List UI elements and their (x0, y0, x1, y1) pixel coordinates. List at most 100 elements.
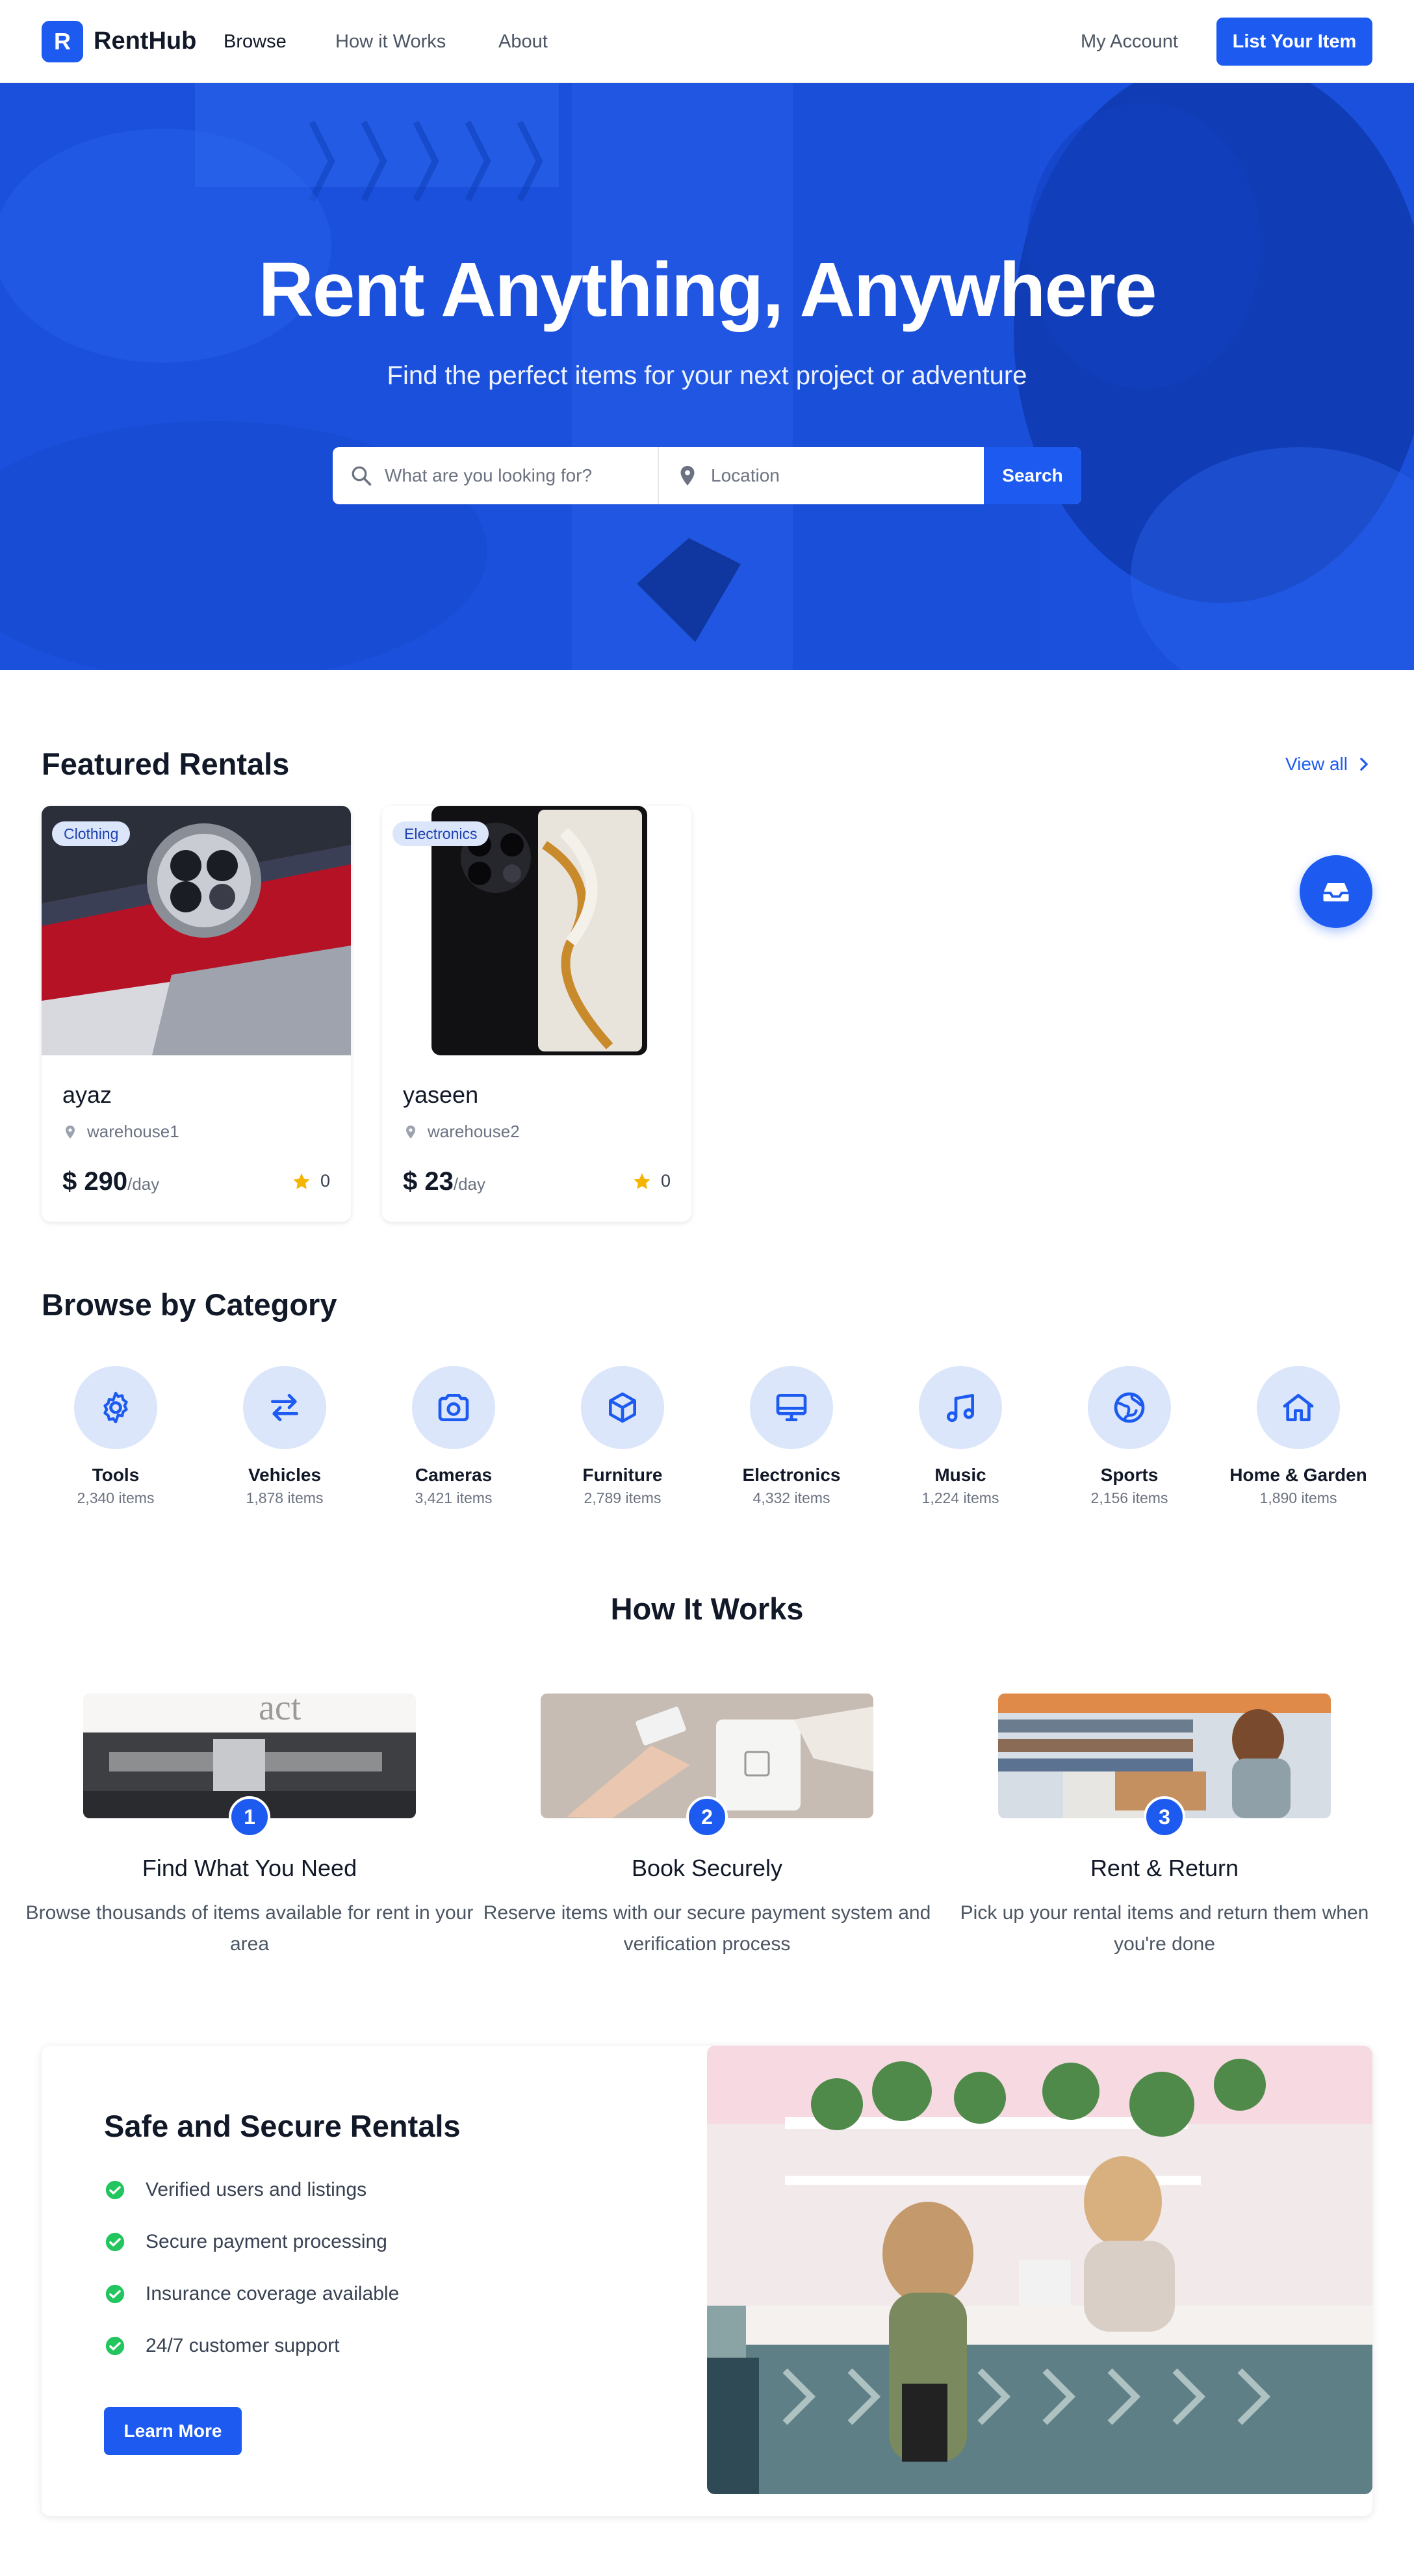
feature-text: Secure payment processing (146, 2231, 387, 2252)
monitor-icon (776, 1394, 807, 1421)
feature-text: 24/7 customer support (146, 2335, 340, 2356)
search-input[interactable] (333, 447, 658, 504)
rental-location-text: warehouse1 (87, 1122, 179, 1141)
price-currency: $ (403, 1167, 418, 1196)
check-circle-icon (105, 2232, 125, 2252)
category-home-garden[interactable]: Home & Garden 1,890 items (1227, 1366, 1370, 1507)
rating-value: 0 (320, 1171, 330, 1191)
search-icon (352, 466, 372, 486)
category-icon-circle (1257, 1366, 1340, 1449)
check-circle-icon (105, 2284, 125, 2304)
swap-arrows-icon (271, 1394, 298, 1421)
nav-link-about[interactable]: About (498, 31, 548, 53)
feature-text: Insurance coverage available (146, 2283, 400, 2304)
logo-icon[interactable]: R (42, 21, 83, 62)
category-name: Sports (1100, 1465, 1159, 1485)
category-count: 2,340 items (77, 1489, 155, 1506)
category-icon-circle (412, 1366, 495, 1449)
category-icon-circle (74, 1366, 157, 1449)
category-name: Electronics (742, 1465, 841, 1485)
price-unit: /day (453, 1174, 486, 1194)
category-name: Tools (92, 1465, 140, 1485)
step-number-badge: 3 (1144, 1796, 1185, 1838)
category-furniture[interactable]: Furniture 2,789 items (551, 1366, 694, 1507)
category-count: 1,224 items (921, 1489, 999, 1506)
rental-price: $ 290/day (62, 1167, 159, 1196)
category-music[interactable]: Music 1,224 items (889, 1366, 1032, 1507)
step-number-badge: 2 (686, 1796, 728, 1838)
list-your-item-button[interactable]: List Your Item (1216, 18, 1372, 66)
category-count: 1,878 items (246, 1489, 324, 1506)
rental-card[interactable]: Clothing ayaz warehouse1 $ 290/day 0 (42, 806, 351, 1222)
rental-card[interactable]: Electronics yaseen warehouse2 $ 23/day 0 (382, 806, 691, 1222)
step-description: Reserve items with our secure payment sy… (483, 1902, 931, 1955)
hero-subtitle: Find the perfect items for your next pro… (387, 361, 1027, 390)
category-name: Vehicles (248, 1465, 322, 1485)
category-count: 4,332 items (752, 1489, 830, 1506)
category-cameras[interactable]: Cameras 3,421 items (382, 1366, 525, 1507)
location-field (659, 447, 984, 504)
rental-title: yaseen (403, 1081, 479, 1108)
location-pin-icon (680, 466, 695, 485)
gear-icon (103, 1391, 128, 1424)
location-input[interactable] (659, 447, 984, 504)
category-badge: Clothing (52, 821, 131, 846)
location-pin-icon (66, 1125, 75, 1139)
step-title: Find What You Need (142, 1855, 357, 1881)
category-sports[interactable]: Sports 2,156 items (1058, 1366, 1201, 1507)
category-name: Cameras (415, 1465, 493, 1485)
safe-secure-section: Safe and Secure Rentals Verified users a… (42, 2046, 1372, 2516)
price-unit: /day (127, 1174, 160, 1194)
category-count: 1,890 items (1259, 1489, 1337, 1506)
category-vehicles[interactable]: Vehicles 1,878 items (213, 1366, 356, 1507)
category-tools[interactable]: Tools 2,340 items (44, 1366, 187, 1507)
category-name: Music (934, 1465, 986, 1485)
rental-price: $ 23/day (403, 1167, 485, 1196)
nav-link-how-it-works[interactable]: How it Works (335, 31, 446, 53)
category-icon-circle (919, 1366, 1002, 1449)
feature-item: 24/7 customer support (104, 2335, 340, 2357)
learn-more-button[interactable]: Learn More (104, 2407, 242, 2455)
featured-rentals-title: Featured Rentals (42, 747, 290, 781)
brand-name[interactable]: RentHub (94, 27, 196, 55)
category-electronics[interactable]: Electronics 4,332 items (720, 1366, 863, 1507)
chevron-right-icon (1360, 758, 1368, 771)
search-button[interactable]: Search (984, 447, 1081, 504)
price-currency: $ (62, 1167, 77, 1196)
home-icon (1283, 1394, 1314, 1421)
hero-title: Rent Anything, Anywhere (258, 247, 1157, 333)
price-value: 290 (84, 1167, 128, 1196)
category-count: 3,421 items (415, 1489, 493, 1506)
floating-inbox-button[interactable] (1300, 855, 1372, 928)
step-number-badge: 1 (229, 1796, 270, 1838)
browse-category-title: Browse by Category (42, 1287, 337, 1322)
rental-rating: 0 (292, 1171, 330, 1191)
rental-location: warehouse2 (403, 1122, 520, 1142)
star-icon (634, 1173, 650, 1189)
my-account-link[interactable]: My Account (1081, 31, 1178, 53)
star-icon (293, 1173, 310, 1189)
rating-value: 0 (660, 1171, 671, 1191)
category-name: Home & Garden (1229, 1465, 1367, 1485)
camera-icon (438, 1394, 469, 1421)
inbox-icon (1323, 883, 1349, 902)
check-circle-icon (105, 2336, 125, 2356)
step-description: Pick up your rental items and return the… (960, 1902, 1369, 1955)
feature-item: Secure payment processing (104, 2231, 387, 2253)
search-bar: Search (333, 447, 1081, 504)
feature-text: Verified users and listings (146, 2179, 367, 2200)
view-all-link[interactable]: View all (1285, 754, 1370, 775)
step-description: Browse thousands of items available for … (25, 1902, 474, 1955)
nav-link-browse[interactable]: Browse (224, 31, 287, 53)
rental-title: ayaz (62, 1081, 112, 1108)
safe-section-image-shop (707, 2046, 1372, 2494)
feature-item: Verified users and listings (104, 2179, 366, 2201)
globe-ball-icon (1114, 1392, 1145, 1423)
price-value: 23 (424, 1167, 454, 1196)
category-icon-circle (243, 1366, 326, 1449)
hero-section: Rent Anything, Anywhere Find the perfect… (0, 83, 1414, 670)
page: R RentHub Browse How it Works About My A… (0, 0, 1414, 2576)
step-title: Book Securely (631, 1855, 783, 1881)
rental-location-text: warehouse2 (428, 1122, 520, 1141)
category-count: 2,156 items (1090, 1489, 1168, 1506)
